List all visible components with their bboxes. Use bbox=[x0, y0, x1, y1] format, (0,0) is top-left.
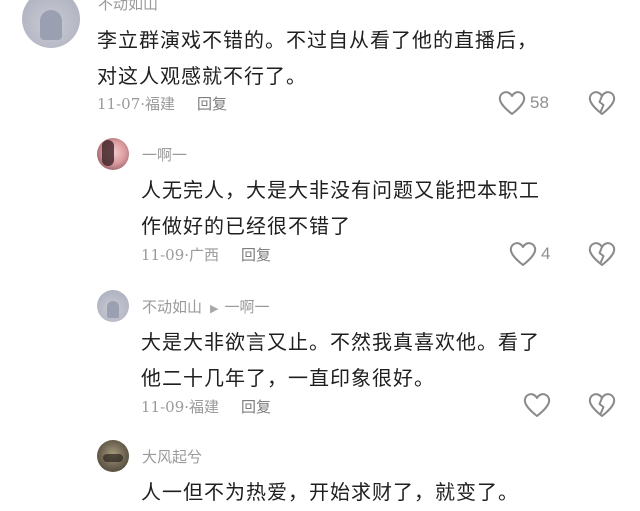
comment-location: 福建 bbox=[145, 95, 176, 113]
comment-text-line: 李立群演戏不错的。不过自从看了他的直播后， bbox=[97, 28, 538, 52]
comment-meta: 11-09·福建 回复 bbox=[141, 398, 272, 416]
comment-author: 不动如山 ▶ 一啊一 bbox=[142, 296, 270, 317]
broken-heart-icon bbox=[588, 242, 616, 266]
broken-heart-icon bbox=[588, 393, 616, 417]
like-count: 4 bbox=[541, 244, 551, 263]
comment-text: 人无完人，大是大非没有问题又能把本职工 作做好的已经很不错了 bbox=[141, 172, 621, 244]
dislike-button[interactable] bbox=[588, 241, 616, 267]
comment-author[interactable]: 大风起兮 bbox=[142, 446, 202, 467]
reply-to-name[interactable]: 一啊一 bbox=[224, 298, 269, 316]
comment-text: 人一但不为热爱，开始求财了，就变了。 bbox=[141, 474, 621, 510]
dislike-button[interactable] bbox=[588, 392, 616, 418]
avatar[interactable] bbox=[97, 138, 129, 170]
comment-text-line: 作做好的已经很不错了 bbox=[141, 214, 351, 238]
comment-author[interactable]: 一啊一 bbox=[142, 144, 187, 165]
comment-meta: 11-07·福建 回复 bbox=[97, 95, 228, 113]
comment-location: 广西 bbox=[189, 246, 220, 264]
comment-text: 大是大非欲言又止。不然我真喜欢他。看了 他二十几年了，一直印象很好。 bbox=[141, 324, 621, 396]
broken-heart-icon bbox=[588, 91, 616, 115]
comment-text: 李立群演戏不错的。不过自从看了他的直播后， 对这人观感就不行了。 bbox=[97, 22, 617, 94]
dislike-button[interactable] bbox=[588, 90, 616, 116]
comment-text-line: 大是大非欲言又止。不然我真喜欢他。看了 bbox=[141, 330, 540, 354]
author-name[interactable]: 一啊一 bbox=[142, 146, 187, 164]
author-name[interactable]: 不动如山 bbox=[98, 0, 158, 13]
author-name[interactable]: 不动如山 bbox=[142, 298, 202, 316]
reply-button[interactable]: 回复 bbox=[241, 398, 271, 416]
heart-outline-icon bbox=[523, 393, 551, 417]
heart-outline-icon bbox=[509, 242, 537, 266]
triangle-right-icon: ▶ bbox=[210, 302, 219, 315]
avatar[interactable] bbox=[22, 0, 80, 48]
like-button[interactable] bbox=[523, 392, 551, 418]
comment-date: 11-07 bbox=[97, 95, 141, 113]
avatar[interactable] bbox=[97, 290, 129, 322]
author-name[interactable]: 大风起兮 bbox=[142, 448, 202, 466]
comment-text-line: 对这人观感就不行了。 bbox=[97, 64, 307, 88]
comment-text-line: 他二十几年了，一直印象很好。 bbox=[141, 366, 435, 390]
comment-text-line: 人无完人，大是大非没有问题又能把本职工 bbox=[141, 178, 540, 202]
heart-outline-icon bbox=[498, 91, 526, 115]
reply-button[interactable]: 回复 bbox=[241, 246, 271, 264]
like-button[interactable] bbox=[498, 90, 526, 116]
comment-text-line: 人一但不为热爱，开始求财了，就变了。 bbox=[141, 480, 519, 504]
avatar[interactable] bbox=[97, 440, 129, 472]
comment-date: 11-09 bbox=[141, 398, 185, 416]
comment-location: 福建 bbox=[189, 398, 220, 416]
comment-author[interactable]: 不动如山 bbox=[98, 0, 158, 14]
like-button[interactable] bbox=[509, 241, 537, 267]
reply-button[interactable]: 回复 bbox=[197, 95, 227, 113]
comment-meta: 11-09·广西 回复 bbox=[141, 246, 272, 264]
like-count: 58 bbox=[530, 93, 549, 112]
comment-date: 11-09 bbox=[141, 246, 185, 264]
